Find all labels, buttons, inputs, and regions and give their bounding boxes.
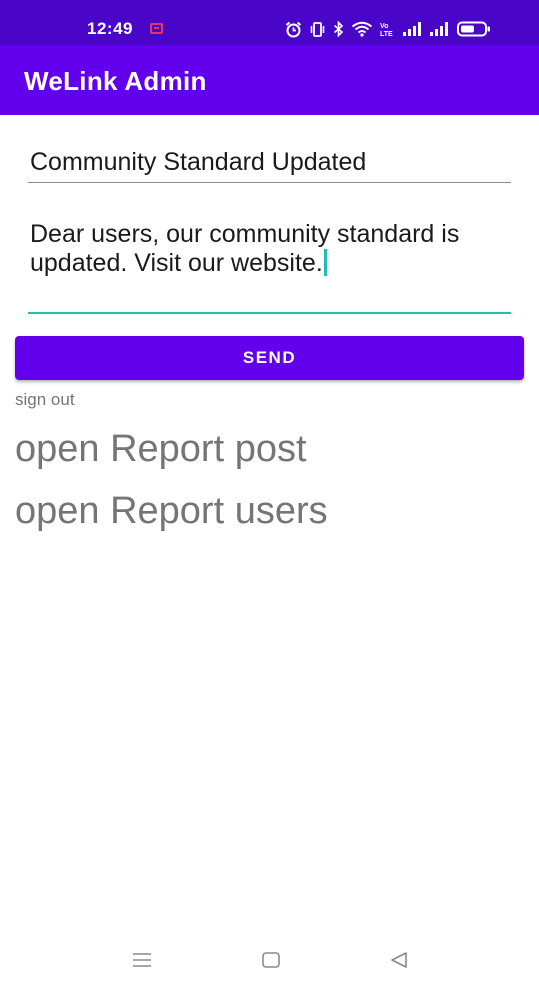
app-bar: WeLink Admin	[0, 45, 539, 115]
svg-text:LTE: LTE	[380, 31, 393, 37]
menu-icon[interactable]	[132, 951, 152, 969]
message-input[interactable]: Dear users, our community standard is up…	[28, 218, 511, 314]
open-report-users-link[interactable]: open Report users	[15, 490, 328, 533]
open-report-post-link[interactable]: open Report post	[15, 428, 307, 471]
back-icon[interactable]	[389, 951, 409, 969]
title-input-value: Community Standard Updated	[30, 148, 367, 176]
navigation-bar	[0, 935, 539, 987]
signal-icon	[403, 22, 421, 36]
text-cursor	[323, 249, 327, 276]
alarm-icon	[285, 21, 302, 37]
notification-icon	[150, 23, 163, 34]
volte-icon: Vo LTE	[380, 23, 393, 37]
bluetooth-icon	[333, 21, 344, 37]
message-input-content: Dear users, our community standard is up…	[30, 220, 500, 278]
wifi-icon	[351, 21, 373, 37]
signal-icon	[430, 22, 448, 36]
message-input-value: Dear users, our community standard is up…	[30, 220, 460, 277]
send-button[interactable]: SEND	[15, 336, 524, 380]
home-icon[interactable]	[261, 951, 281, 969]
status-bar: 12:49 Vo LTE	[0, 0, 539, 45]
status-icons: Vo LTE	[285, 20, 491, 38]
svg-text:Vo: Vo	[380, 23, 388, 30]
sign-out-link[interactable]: sign out	[15, 390, 75, 410]
app-title: WeLink Admin	[24, 66, 207, 96]
battery-icon	[457, 21, 490, 37]
vibrate-icon	[310, 21, 325, 37]
title-input[interactable]: Community Standard Updated	[28, 143, 511, 183]
status-time: 12:49	[87, 19, 133, 38]
